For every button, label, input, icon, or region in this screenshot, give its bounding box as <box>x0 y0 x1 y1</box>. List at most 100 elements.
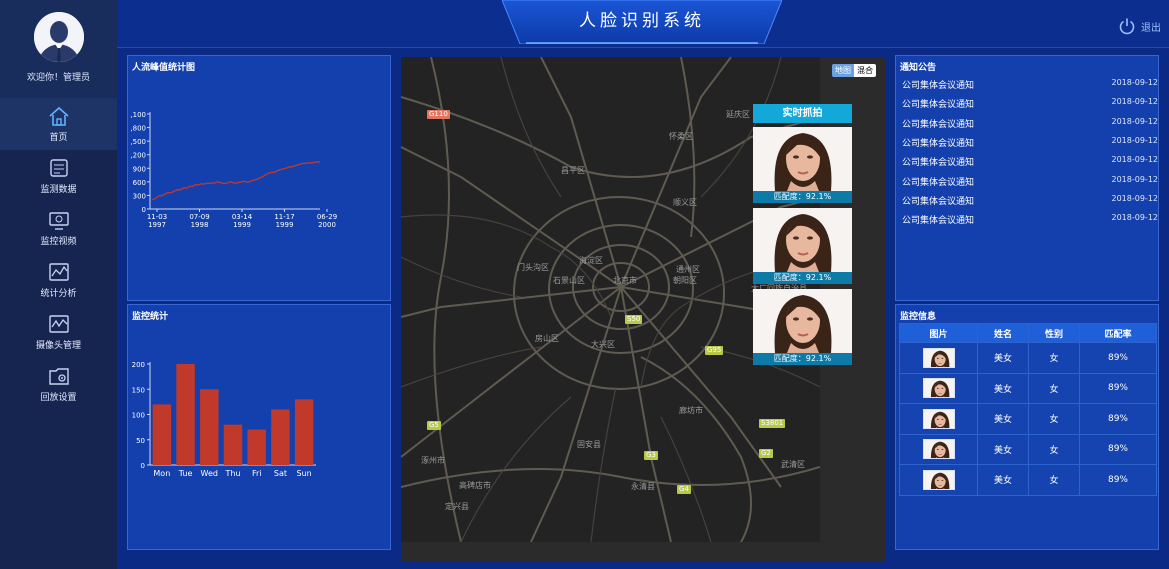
map-place-label: 永清县 <box>631 482 655 491</box>
x-tick-label: Sat <box>274 469 287 478</box>
road-badge: G110 <box>427 110 450 119</box>
x-tick-label: 1998 <box>191 221 209 229</box>
peak-line-chart: 0 300 600 900 ,200 ,500 ,800 ,100 11-031997 07-09… <box>130 111 337 229</box>
x-tick-label: 11-17 <box>274 213 294 221</box>
chart-analysis-icon <box>48 263 69 281</box>
table-row[interactable]: 美女 女 89% <box>899 403 1157 435</box>
notice-item[interactable]: 公司集体会议通知 2018-09-12 <box>902 97 1158 110</box>
map-place-label: 石景山区 <box>553 276 585 285</box>
map-toggle-map[interactable]: 地图 <box>832 64 854 77</box>
app-title: 人脸识别系统 <box>579 11 705 31</box>
face-thumbnail[interactable] <box>922 347 955 368</box>
x-tick-label: 1997 <box>148 221 166 229</box>
logout-button[interactable]: 退出 <box>1118 17 1161 35</box>
map-place-label: 房山区 <box>535 334 559 343</box>
name-cell: 美女 <box>977 372 1029 404</box>
snapshot-photo <box>753 208 852 272</box>
snapshot-match: 匹配度：92.1% <box>753 272 852 284</box>
sidebar-item-camera-manage[interactable]: 摄像头管理 <box>0 306 117 358</box>
map-place-label: 昌平区 <box>561 166 585 175</box>
notice-item[interactable]: 公司集体会议通知 2018-09-12 <box>902 213 1158 226</box>
monitor-info-title: 监控信息 <box>900 312 937 322</box>
bar[interactable] <box>294 399 314 465</box>
map-container[interactable]: 怀柔区 延庆区 顺义区 昌平区 门头沟区 海淀区 石景山区 北京市 朝阳区 通州区 房山区 大兴区 廊坊… <box>401 57 885 561</box>
avatar[interactable] <box>33 12 84 62</box>
table-row[interactable]: 美女 女 89% <box>899 433 1157 465</box>
map-toggle-hybrid[interactable]: 混合 <box>854 64 876 77</box>
sidebar-item-video-monitor[interactable]: 监控视频 <box>0 202 117 254</box>
map-place-label: 延庆区 <box>726 110 750 119</box>
notice-date: 2018-09-12 <box>1111 97 1159 107</box>
x-tick-label: 1999 <box>233 221 251 229</box>
table-row[interactable]: 美女 女 89% <box>899 464 1157 496</box>
notice-title: 公司集体会议通知 <box>902 100 975 111</box>
x-tick-label: Tue <box>178 469 193 478</box>
monitor-stats-title: 监控统计 <box>132 312 169 322</box>
monitor-bar-chart: 0 50 100 150 200 Mon Tue Wed Thu Fri Sat Sun <box>132 361 316 478</box>
notice-item[interactable]: 公司集体会议通知 2018-09-12 <box>902 78 1158 91</box>
notice-date: 2018-09-12 <box>1111 135 1159 145</box>
bar[interactable] <box>200 389 219 465</box>
video-monitor-icon <box>48 212 69 230</box>
power-icon <box>1119 18 1135 35</box>
face-thumb <box>923 379 954 398</box>
map-place-label: 北京市 <box>613 276 637 285</box>
face-thumbnail[interactable] <box>922 469 955 490</box>
snapshot-card[interactable]: 匹配度：92.1% <box>753 127 852 203</box>
face-photo <box>753 289 852 353</box>
road-badge: S50 <box>625 315 643 324</box>
notice-item[interactable]: 公司集体会议通知 2018-09-12 <box>902 155 1158 168</box>
y-tick-label: 0 <box>142 206 146 214</box>
map-place-label: 高碑店市 <box>459 481 491 490</box>
map-place-label: 大兴区 <box>591 340 615 349</box>
notice-item[interactable]: 公司集体会议通知 2018-09-12 <box>902 136 1158 149</box>
x-tick-label: 06-29 <box>317 213 337 221</box>
notice-item[interactable]: 公司集体会议通知 2018-09-12 <box>902 175 1158 188</box>
notice-panel: 通知公告 公司集体会议通知 2018-09-12 公司集体会议通知 2018-09… <box>895 55 1159 301</box>
notice-title: 公司集体会议通知 <box>902 81 975 91</box>
sidebar-item-label: 回放设置 <box>40 393 77 403</box>
snapshot-card[interactable]: 匹配度：92.1% <box>753 208 852 284</box>
bar[interactable] <box>247 429 266 465</box>
snapshot-card[interactable]: 匹配度：92.1% <box>753 289 852 365</box>
bar[interactable] <box>223 424 243 465</box>
sidebar-item-monitor-data[interactable]: 监测数据 <box>0 150 117 202</box>
name-cell: 美女 <box>977 464 1029 496</box>
camera-manage-icon <box>48 315 69 333</box>
gender-cell: 女 <box>1028 403 1080 435</box>
map-place-label: 海淀区 <box>579 256 603 265</box>
sidebar-item-chart-analysis[interactable]: 统计分析 <box>0 254 117 306</box>
table-row[interactable]: 美女 女 89% <box>899 342 1157 374</box>
face-thumbnail[interactable] <box>922 408 955 429</box>
road-badge: G5 <box>427 421 441 430</box>
bar[interactable] <box>271 409 290 465</box>
notice-item[interactable]: 公司集体会议通知 2018-09-12 <box>902 117 1158 130</box>
sidebar-item-playback-settings[interactable]: 回放设置 <box>0 358 117 410</box>
map-place-label: 廊坊市 <box>679 406 703 415</box>
name-cell: 美女 <box>977 403 1029 435</box>
gender-cell: 女 <box>1028 342 1080 374</box>
snapshot-photo <box>753 127 852 191</box>
notice-item[interactable]: 公司集体会议通知 2018-09-12 <box>902 194 1158 207</box>
table-row[interactable]: 美女 女 89% <box>899 372 1157 404</box>
logout-label: 退出 <box>1141 22 1161 34</box>
road-badge: S3801 <box>759 419 786 428</box>
map-type-toggle[interactable]: 地图 混合 <box>832 64 876 77</box>
y-tick-label: 150 <box>132 386 145 394</box>
map-place-label: 怀柔区 <box>669 132 693 141</box>
face-thumbnail[interactable] <box>922 378 955 399</box>
y-tick-label: 300 <box>133 192 146 200</box>
snapshot-match: 匹配度：92.1% <box>753 353 852 365</box>
bar[interactable] <box>176 364 195 465</box>
snapshot-match: 匹配度：92.1% <box>753 191 852 203</box>
face-thumbnail[interactable] <box>922 439 955 460</box>
monitor-table: 图片 姓名 性别 匹配率 美女 女 89% 美女 女 89% 美女 女 89% … <box>899 323 1157 496</box>
monitor-data-icon <box>49 159 68 177</box>
y-tick-label: 600 <box>133 179 146 187</box>
bar[interactable] <box>152 404 172 465</box>
gender-cell: 女 <box>1028 372 1080 404</box>
x-tick-label: 11-03 <box>147 213 167 221</box>
photo-cell <box>899 372 978 404</box>
sidebar-item-home[interactable]: 首页 <box>0 98 117 150</box>
notice-title: 公司集体会议通知 <box>902 216 975 227</box>
